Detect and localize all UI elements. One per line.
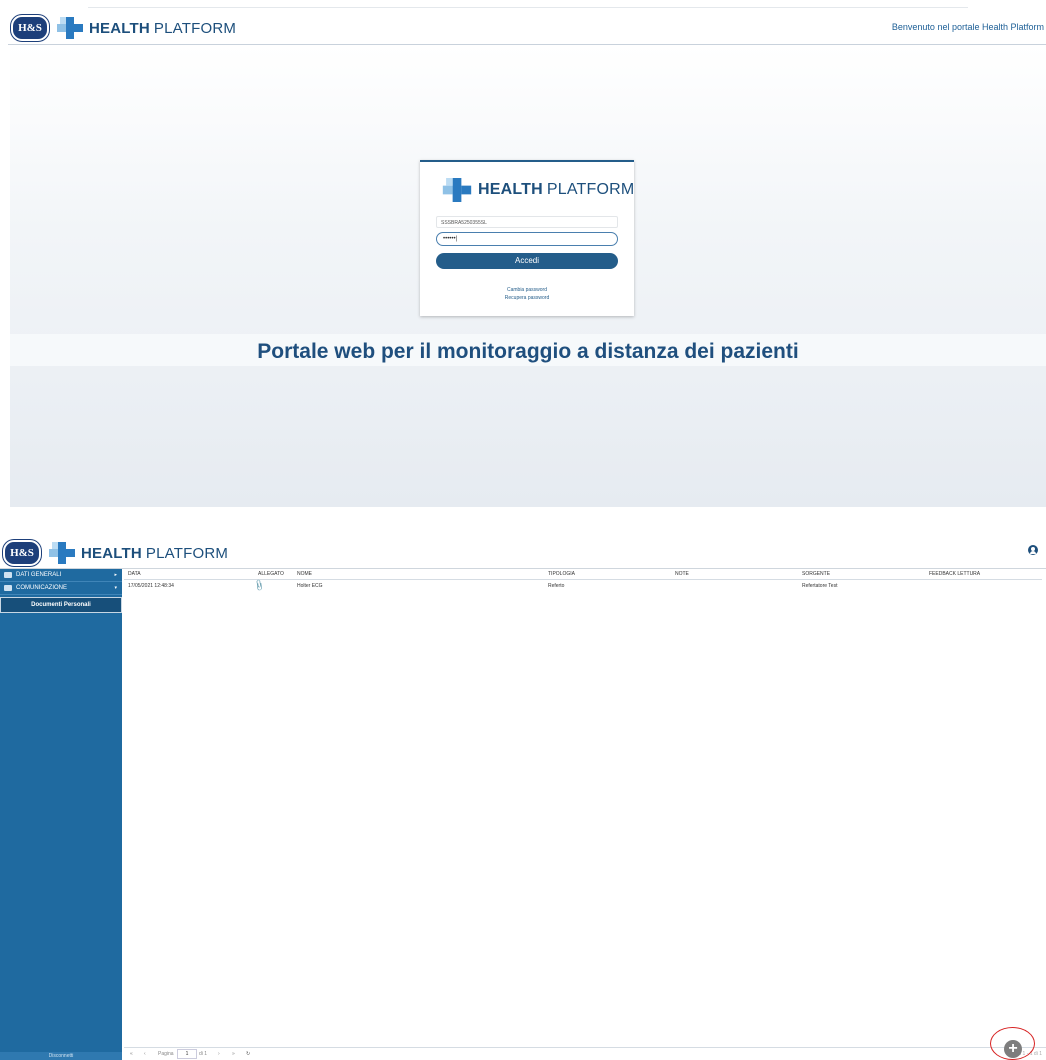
column-header-allegato[interactable]: ALLEGATO — [258, 571, 284, 577]
card-logo: HEALTH PLATFORM — [442, 178, 634, 202]
sidebar-item-label: DATI GENERALI — [16, 572, 62, 578]
paperclip-icon[interactable]: 📎 — [252, 579, 265, 592]
last-page-button[interactable]: » — [232, 1051, 235, 1057]
add-document-button[interactable]: + — [1004, 1040, 1022, 1058]
welcome-text: Benvenuto nel portale Health Platform — [891, 22, 1044, 32]
table-header: DATA ALLEGATO NOME TIPOLOGIA NOTE SORGEN… — [124, 571, 1042, 580]
sidebar-item-comunicazione[interactable]: COMUNICAZIONE ▾ — [0, 582, 122, 595]
card-brand-bold: HEALTH — [478, 181, 543, 198]
app-header: H&S HEALTH PLATFORM — [0, 536, 1046, 569]
id-card-icon — [4, 572, 12, 578]
cell-sorgente: Refertatore Test — [802, 583, 838, 589]
sidebar-item-dati-generali[interactable]: DATI GENERALI ▸ — [0, 569, 122, 582]
card-brand-name: HEALTH PLATFORM — [478, 181, 634, 199]
login-card: HEALTH PLATFORM SSSBRA5250355SL ••••••| … — [420, 160, 634, 316]
cell-nome: Holter ECG — [297, 583, 323, 589]
password-field[interactable]: ••••••| — [436, 232, 618, 246]
column-header-data[interactable]: DATA — [128, 571, 141, 577]
cell-data: 17/05/2021 12:48:34 — [128, 583, 174, 589]
login-header: H&S HEALTH PLATFORM Benvenuto nel portal… — [8, 8, 1046, 45]
next-page-button[interactable]: › — [218, 1051, 220, 1057]
username-field[interactable]: SSSBRA5250355SL — [436, 216, 618, 228]
column-header-feedback[interactable]: FEEDBACK LETTURA — [929, 571, 980, 577]
page-number-input[interactable]: 1 — [177, 1049, 197, 1059]
column-header-note[interactable]: NOTE — [675, 571, 689, 577]
login-button[interactable]: Accedi — [436, 253, 618, 269]
column-header-nome[interactable]: NOME — [297, 571, 312, 577]
sidebar-item-label: COMUNICAZIONE — [16, 585, 67, 591]
brand-bold: HEALTH — [89, 19, 150, 37]
app-brand-name: HEALTH PLATFORM — [81, 545, 228, 562]
column-header-sorgente[interactable]: SORGENTE — [802, 571, 830, 577]
app-header-logo: H&S HEALTH PLATFORM — [3, 540, 228, 566]
hs-badge-logo: H&S — [3, 540, 41, 566]
health-plus-icon — [57, 17, 83, 39]
app-brand-bold: HEALTH — [81, 544, 142, 562]
brand-name: HEALTH PLATFORM — [89, 20, 236, 37]
login-body: HEALTH PLATFORM SSSBRA5250355SL ••••••| … — [10, 45, 1046, 507]
chevron-right-icon: ▸ — [114, 572, 117, 578]
logout-button[interactable]: Disconnetti — [0, 1052, 122, 1060]
health-plus-icon — [49, 542, 75, 564]
user-account-icon[interactable] — [1028, 545, 1038, 555]
chat-bubble-icon — [4, 585, 12, 591]
page-count-label: di 1 — [199, 1051, 208, 1057]
pagination-bar: « ‹ Pagina 1 di 1 › » ↻ Visibili 1 - 1 d… — [124, 1047, 1046, 1060]
sidebar: DATI GENERALI ▸ COMUNICAZIONE ▾ Document… — [0, 569, 122, 1060]
recover-password-link[interactable]: Recupera password — [420, 295, 634, 301]
card-brand-light: PLATFORM — [546, 181, 635, 198]
health-plus-icon — [442, 178, 472, 202]
hs-badge-logo: H&S — [11, 15, 49, 41]
portal-tagline: Portale web per il monitoraggio a distan… — [257, 340, 799, 363]
cell-tipologia: Referto — [548, 583, 565, 589]
prev-page-button[interactable]: ‹ — [144, 1051, 146, 1057]
sidebar-subitem-documenti-personali[interactable]: Documenti Personali — [0, 597, 122, 613]
header-logo: H&S HEALTH PLATFORM — [11, 15, 236, 41]
first-page-button[interactable]: « — [130, 1051, 133, 1057]
chevron-down-icon: ▾ — [114, 585, 117, 591]
brand-light: PLATFORM — [153, 19, 237, 37]
documents-table: DATA ALLEGATO NOME TIPOLOGIA NOTE SORGEN… — [124, 569, 1046, 1044]
refresh-icon[interactable]: ↻ — [246, 1051, 250, 1057]
app-brand-light: PLATFORM — [145, 544, 229, 562]
app-screen: H&S HEALTH PLATFORM DATI GENERALI ▸ COMU… — [0, 536, 1046, 1060]
column-header-tipologia[interactable]: TIPOLOGIA — [548, 571, 575, 577]
table-row[interactable]: 17/05/2021 12:48:34 📎 Holter ECG Referto… — [124, 579, 1042, 592]
page-label: Pagina — [158, 1051, 174, 1057]
change-password-link[interactable]: Cambia password — [420, 287, 634, 293]
login-screen: H&S HEALTH PLATFORM Benvenuto nel portal… — [8, 0, 1046, 507]
